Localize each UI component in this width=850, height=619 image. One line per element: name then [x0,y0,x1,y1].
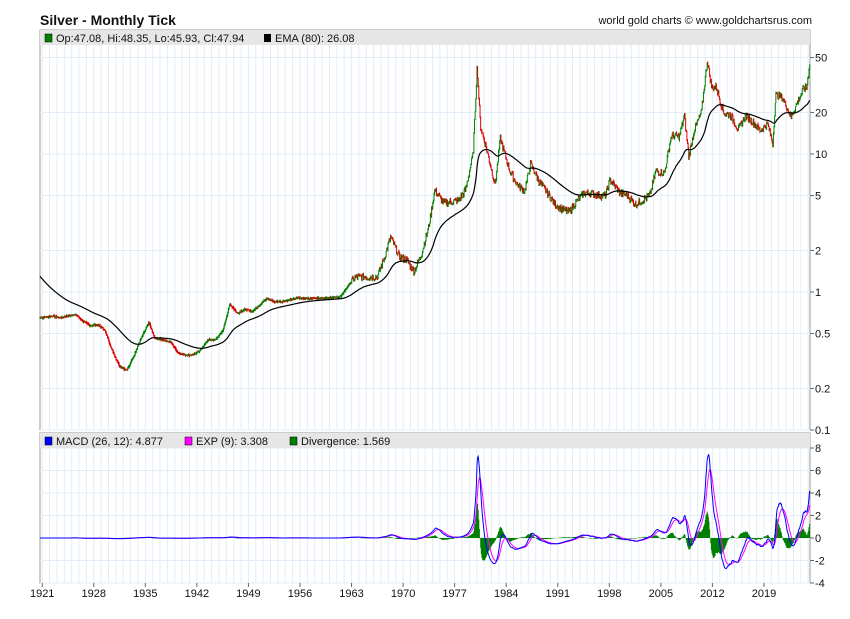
y-tick-label: 0 [815,533,821,545]
y-tick-label: 2 [815,245,821,257]
x-tick-label: 1984 [494,588,518,600]
x-tick-label: 1928 [82,588,106,600]
ohlc-legend: Op:47.08, Hi:48.35, Lo:45.93, Cl:47.94 [56,33,244,45]
x-tick-label: 2005 [649,588,673,600]
exp-legend: EXP (9): 3.308 [196,436,268,448]
divergence-swatch [289,436,298,446]
x-tick-label: 1921 [30,588,54,600]
x-tick-label: 1942 [185,588,209,600]
y-tick-label: 50 [815,53,827,65]
y-tick-label: 0.2 [815,383,830,395]
x-tick-label: 1949 [236,588,260,600]
x-tick-label: 2012 [700,588,724,600]
x-tick-label: 1963 [339,588,363,600]
y-tick-label: 4 [815,488,821,500]
y-tick-label: -4 [815,578,825,590]
x-tick-label: 1977 [442,588,466,600]
y-tick-label: 0.5 [815,329,830,341]
x-tick-label: 1991 [546,588,570,600]
y-tick-label: 1 [815,287,821,299]
x-tick-label: 1956 [288,588,312,600]
ohlc-swatch [44,33,53,43]
y-tick-label: 20 [815,107,827,119]
y-tick-label: 10 [815,149,827,161]
y-tick-label: 2 [815,511,821,523]
chart-window: Silver - Monthly Tick world gold charts … [0,0,850,619]
divergence-legend: Divergence: 1.569 [301,436,390,448]
x-tick-label: 1970 [391,588,415,600]
y-tick-label: 6 [815,466,821,478]
x-tick-label: 2019 [752,588,776,600]
macd-swatch [44,436,53,446]
chart-svg: Op:47.08, Hi:48.35, Lo:45.93, Cl:47.94 E… [30,29,830,600]
x-tick-label: 1998 [597,588,621,600]
y-tick-label: -2 [815,556,825,568]
ema-legend: EMA (80): 26.08 [275,33,355,45]
y-tick-label: 0.1 [815,425,830,437]
x-tick-label: 1935 [133,588,157,600]
y-tick-label: 5 [815,191,821,203]
price-y-axis: 50 20 10 5 2 1 0.5 0.2 0.1 [810,53,830,437]
macd-y-axis: 8 6 4 2 0 -2 -4 [810,443,825,590]
ema-swatch [264,34,271,42]
y-tick-label: 8 [815,443,821,455]
exp-swatch [184,436,193,446]
x-axis: 1921 1928 1935 1942 1949 1956 1963 1970 1977 1984… [30,583,776,600]
macd-legend: MACD (26, 12): 4.877 [56,436,163,448]
